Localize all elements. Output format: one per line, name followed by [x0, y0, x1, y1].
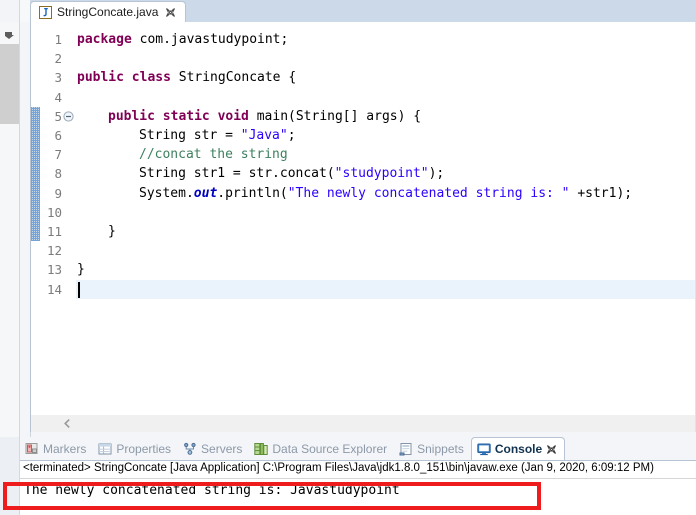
code-token: }: [108, 224, 116, 239]
restore-view-arrow-icon[interactable]: [2, 28, 17, 42]
collapse-minus-icon[interactable]: [63, 111, 74, 122]
console-output-text: The newly concatenated string is: Javast…: [24, 483, 400, 498]
close-icon[interactable]: [546, 444, 557, 455]
left-collapsed-view-strip: [0, 0, 20, 455]
editor-tabbar: StringConcate.java: [20, 0, 696, 22]
bottom-tab-label: Snippets: [417, 442, 464, 456]
code-line: public class StringConcate {: [77, 68, 296, 87]
code-token: public static void: [108, 108, 249, 124]
code-token: .println(: [217, 185, 288, 201]
editor-horizontal-scrollbar[interactable]: [30, 415, 696, 432]
tabbar-left-pad: [20, 0, 30, 22]
left-strip-panel-block: [0, 44, 19, 124]
code-token: out: [193, 185, 218, 201]
bottom-tab-servers[interactable]: Servers: [178, 438, 249, 460]
code-token: public class: [77, 70, 171, 86]
bottom-tab-label: Servers: [201, 442, 243, 456]
left-strip-top: [0, 0, 19, 22]
code-line: //concat the string: [139, 145, 288, 164]
bottom-view-tabbar: Markers Properties Servers Data Source Expl…: [20, 437, 696, 460]
line-number: 2: [54, 51, 62, 67]
code-token: System.: [139, 185, 194, 201]
bottom-tab-properties[interactable]: Properties: [93, 438, 178, 460]
editor-tab-label: StringConcate.java: [57, 5, 159, 19]
properties-icon: [98, 442, 112, 456]
bottom-tab-snippets[interactable]: Snippets: [394, 438, 471, 460]
servers-icon: [183, 442, 197, 456]
bottom-tab-data-source-explorer[interactable]: Data Source Explorer: [249, 438, 394, 460]
bottom-tab-label: Markers: [43, 442, 87, 456]
console-launch-status: <terminated> StringConcate [Java Applica…: [23, 462, 654, 474]
code-text[interactable]: package com.javastudypoint; public class …: [77, 22, 695, 415]
bottom-tab-label: Properties: [116, 442, 172, 456]
code-token: "studypoint": [334, 166, 429, 182]
editor-area: StringConcate.java 1 2 3 4 5 6 7 8 9 10 11 12 13 14 p…: [20, 0, 696, 437]
bottom-tab-console[interactable]: Console: [470, 437, 566, 460]
bottom-view-panel: Markers Properties Servers Data Source Expl…: [20, 437, 696, 515]
bottom-tab-label: Console: [494, 442, 543, 456]
code-line: }: [108, 222, 116, 241]
code-token: main(String[] args) {: [248, 108, 422, 124]
left-strip-filler: [0, 124, 19, 455]
line-number: 12: [46, 243, 62, 259]
code-token: String str1 = str.concat(: [139, 166, 335, 182]
console-view[interactable]: <terminated> StringConcate [Java Applica…: [20, 460, 696, 515]
line-number: 3: [54, 70, 62, 86]
code-token: //concat the string: [139, 147, 288, 163]
bottom-tab-label: Data Source Explorer: [272, 442, 388, 456]
line-number: 4: [54, 89, 62, 105]
code-line: String str1 = str.concat("studypoint");: [139, 164, 444, 183]
snippets-icon: [399, 442, 413, 456]
code-token: +str1);: [569, 185, 633, 201]
code-token: StringConcate {: [170, 70, 297, 86]
close-icon[interactable]: [165, 7, 176, 18]
line-number: 13: [46, 262, 62, 278]
editor-tab-stringconcate[interactable]: StringConcate.java: [30, 1, 187, 22]
line-number: 1: [54, 32, 62, 47]
code-token: com.javastudypoint;: [131, 32, 289, 47]
data-source-explorer-icon: [254, 442, 269, 456]
code-token: package: [77, 32, 132, 47]
line-number: 14: [46, 281, 62, 297]
gutter-separator: [75, 22, 76, 415]
code-line: public static void main(String[] args) {: [108, 107, 421, 126]
bottom-panel-left-edge: [0, 437, 20, 515]
java-file-icon: [39, 5, 52, 19]
code-token: String str =: [139, 128, 241, 143]
code-token: }: [77, 262, 85, 278]
code-token: );: [428, 166, 445, 182]
text-caret: [78, 281, 80, 298]
change-bar-marker: [31, 106, 40, 242]
code-line: package com.javastudypoint;: [77, 30, 288, 49]
console-monitor-icon: [477, 442, 491, 456]
code-line: System.out.println("The newly concatenat…: [139, 184, 632, 203]
markers-icon: [25, 442, 39, 456]
code-line: }: [77, 260, 85, 279]
bottom-tab-markers[interactable]: Markers: [20, 438, 93, 460]
console-divider: [20, 478, 696, 479]
chevron-left-icon[interactable]: [61, 417, 74, 430]
code-editor-surface[interactable]: 1 2 3 4 5 6 7 8 9 10 11 12 13 14 package com.javastud…: [30, 22, 696, 415]
code-token: ;: [287, 128, 296, 143]
eclipse-ide-window: StringConcate.java 1 2 3 4 5 6 7 8 9 10 11 12 13 14 p…: [0, 0, 696, 515]
code-token: "The newly concatenated string is: ": [287, 185, 570, 201]
code-line: String str = "Java";: [139, 126, 296, 145]
code-token: "Java": [240, 128, 288, 143]
